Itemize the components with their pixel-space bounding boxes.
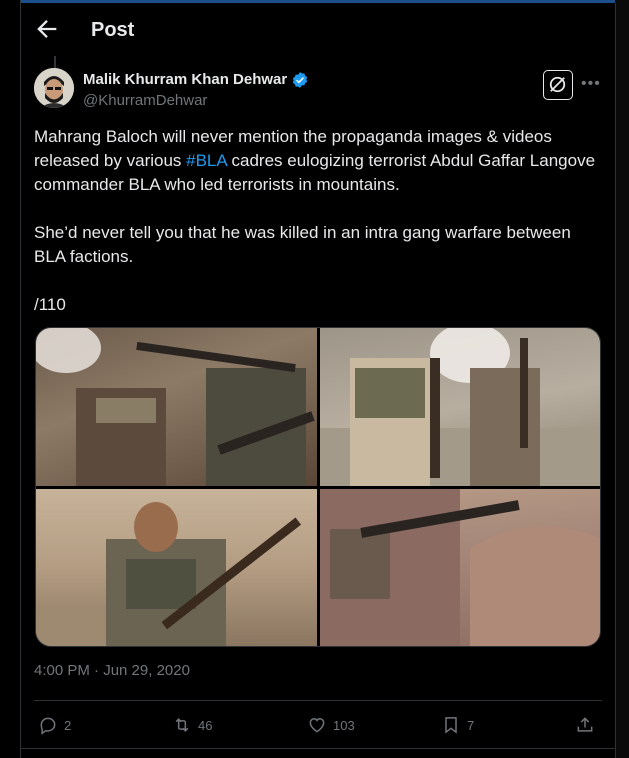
post-text: Mahrang Baloch will never mention the pr… <box>34 125 604 317</box>
scrollbar[interactable] <box>615 0 629 758</box>
like-button[interactable]: 103 <box>307 713 355 737</box>
divider <box>34 700 602 701</box>
photo-armed-men-seated <box>36 328 315 486</box>
hashtag-link[interactable]: #BLA <box>186 151 227 170</box>
left-gutter <box>0 0 21 758</box>
reply-count: 2 <box>64 717 72 733</box>
bookmark-count: 7 <box>467 717 475 733</box>
share-icon <box>577 717 593 732</box>
author-handle[interactable]: @KhurramDehwar <box>83 92 207 109</box>
more-icon[interactable]: ••• <box>581 75 601 93</box>
media-image-2[interactable] <box>320 328 600 486</box>
repost-button[interactable]: 46 <box>172 713 212 737</box>
media-image-4[interactable] <box>320 489 600 646</box>
repost-count: 46 <box>198 717 213 733</box>
grok-button[interactable] <box>543 70 573 100</box>
grok-icon <box>549 76 566 93</box>
share-button[interactable] <box>575 713 601 737</box>
verified-badge-icon <box>292 72 308 88</box>
media-image-3[interactable] <box>36 489 317 646</box>
photo-two-standing-men <box>320 328 600 486</box>
photo-men-hillside <box>320 489 600 646</box>
post-header: Post <box>21 3 615 56</box>
post-paragraph-3: /110 <box>34 295 66 314</box>
media-image-1[interactable] <box>36 328 317 486</box>
like-icon <box>309 717 325 733</box>
avatar[interactable] <box>34 68 74 108</box>
bookmark-button[interactable]: 7 <box>441 713 474 737</box>
back-arrow-icon <box>37 20 57 38</box>
avatar-illustration <box>34 68 74 108</box>
media-grid <box>35 327 601 647</box>
thread-line <box>54 56 56 68</box>
post-timestamp[interactable]: 4:00 PM · Jun 29, 2020 <box>34 662 190 679</box>
reply-icon <box>40 717 56 735</box>
back-button[interactable] <box>33 15 61 43</box>
divider <box>21 748 615 749</box>
repost-icon <box>175 718 189 732</box>
page-title: Post <box>91 19 135 41</box>
like-count: 103 <box>333 717 355 733</box>
post-paragraph-2: She’d never tell you that he was killed … <box>34 223 571 266</box>
photo-man-with-rifle <box>36 502 302 646</box>
bookmark-icon <box>445 717 457 734</box>
post-paragraph-1: Mahrang Baloch will never mention the pr… <box>34 125 604 197</box>
post-column: Post Malik Khurram Khan Dehwar @KhurramD… <box>20 3 616 758</box>
reply-button[interactable]: 2 <box>38 713 71 737</box>
author-name[interactable]: Malik Khurram Khan Dehwar <box>83 71 287 88</box>
